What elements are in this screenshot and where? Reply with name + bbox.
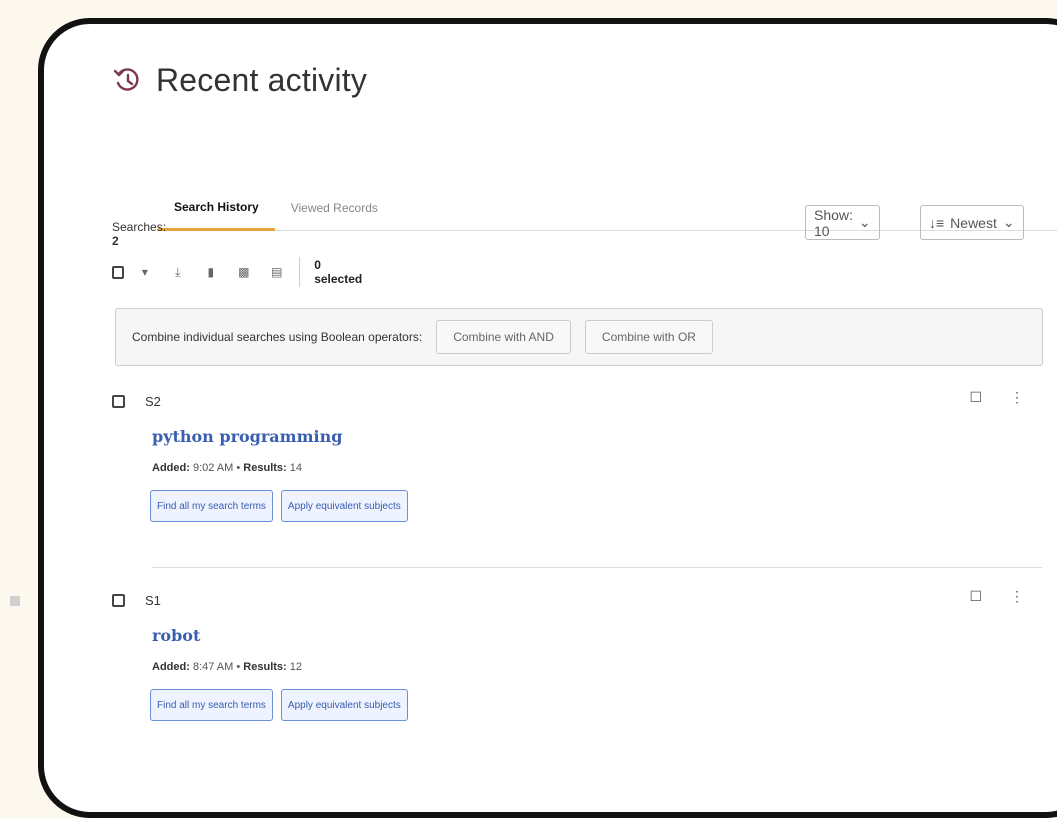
history-icon [113,68,139,91]
added-label: Added: [152,462,190,474]
chevron-down-icon: ⌄ [1002,214,1015,230]
added-label: Added: [152,661,190,673]
apply-equivalent-subjects-button[interactable]: Apply equivalent subjects [280,490,408,522]
query-link[interactable]: python programming [152,427,1042,446]
page-title: Recent activity [156,61,368,98]
entry-meta: Added: 9:02 AM • Results: 14 [152,462,1042,474]
recent-activity-panel: Recent activity Search History Viewed Re… [112,58,1057,231]
entry-divider [152,567,1042,568]
entry-header: S1 [112,588,1042,612]
show-count-select[interactable]: Show: 10 ⌄ [805,205,880,240]
search-count: Searches: 2 [112,220,166,248]
selected-count: 0 selected [314,258,363,286]
tab-search-history[interactable]: Search History [158,186,275,231]
combine-label: Combine individual searches using Boolea… [132,330,423,344]
entry-checkbox[interactable] [112,394,125,408]
bookmark-icon[interactable]: ▮ [204,265,217,279]
entry-actions: ☐ ⋮ [969,588,1024,605]
combine-bar: Combine individual searches using Boolea… [115,308,1043,366]
download-icon[interactable]: ⤓ [171,265,184,280]
chevron-down-icon[interactable]: ▾ [138,265,151,279]
bulk-toolbar: ▾ ⤓ ▮ ▩ ▤ 0 selected [112,257,368,287]
more-options-icon[interactable]: ⋮ [1010,588,1024,605]
combine-or-button[interactable]: Combine with OR [584,320,713,354]
find-search-terms-button[interactable]: Find all my search terms [150,490,273,522]
entry-header: S2 [112,389,1042,413]
entry-meta: Added: 8:47 AM • Results: 12 [152,661,1042,673]
results-count: 14 [289,462,303,474]
search-count-label: Searches: [112,220,167,234]
folder-icon[interactable]: ▩ [237,265,250,279]
entry-id: S1 [145,592,161,608]
trash-icon[interactable]: ▤ [270,265,283,279]
results-count: 12 [289,661,303,673]
entry-buttons: Find all my search terms Apply equivalen… [150,490,1042,522]
chevron-down-icon: ⌄ [858,214,871,230]
history-entry: S2 ☐ ⋮ python programming Added: 9:02 AM… [112,389,1042,522]
added-time: 8:47 AM [192,661,234,673]
sort-value: Newest [950,214,997,231]
search-count-value: 2 [112,234,119,248]
results-label: Results: [243,462,287,474]
history-entry: S1 ☐ ⋮ robot Added: 8:47 AM • Results: 1… [112,588,1042,721]
find-search-terms-button[interactable]: Find all my search terms [150,689,273,721]
toolbar-divider [299,257,301,287]
results-label: Results: [243,661,287,673]
sort-select[interactable]: ↓≡ Newest ⌄ [920,205,1024,240]
apply-equivalent-subjects-button[interactable]: Apply equivalent subjects [280,689,408,721]
decorative-square [10,596,20,606]
show-count-value: Show: 10 [814,206,853,239]
bookmark-icon[interactable]: ☐ [969,389,982,406]
entry-buttons: Find all my search terms Apply equivalen… [150,689,1042,721]
page-header: Recent activity [112,58,1057,102]
tab-viewed-records[interactable]: Viewed Records [275,186,394,230]
entry-checkbox[interactable] [112,593,125,607]
bookmark-icon[interactable]: ☐ [969,588,982,605]
meta-separator: • [236,462,241,474]
entry-actions: ☐ ⋮ [969,389,1024,406]
query-link[interactable]: robot [152,626,1042,645]
more-options-icon[interactable]: ⋮ [1010,389,1024,406]
select-all-checkbox[interactable] [112,265,125,279]
entry-id: S2 [145,393,161,409]
sort-icon: ↓≡ [929,214,945,231]
added-time: 9:02 AM [192,462,234,474]
meta-separator: • [236,661,241,673]
combine-and-button[interactable]: Combine with AND [436,320,571,354]
